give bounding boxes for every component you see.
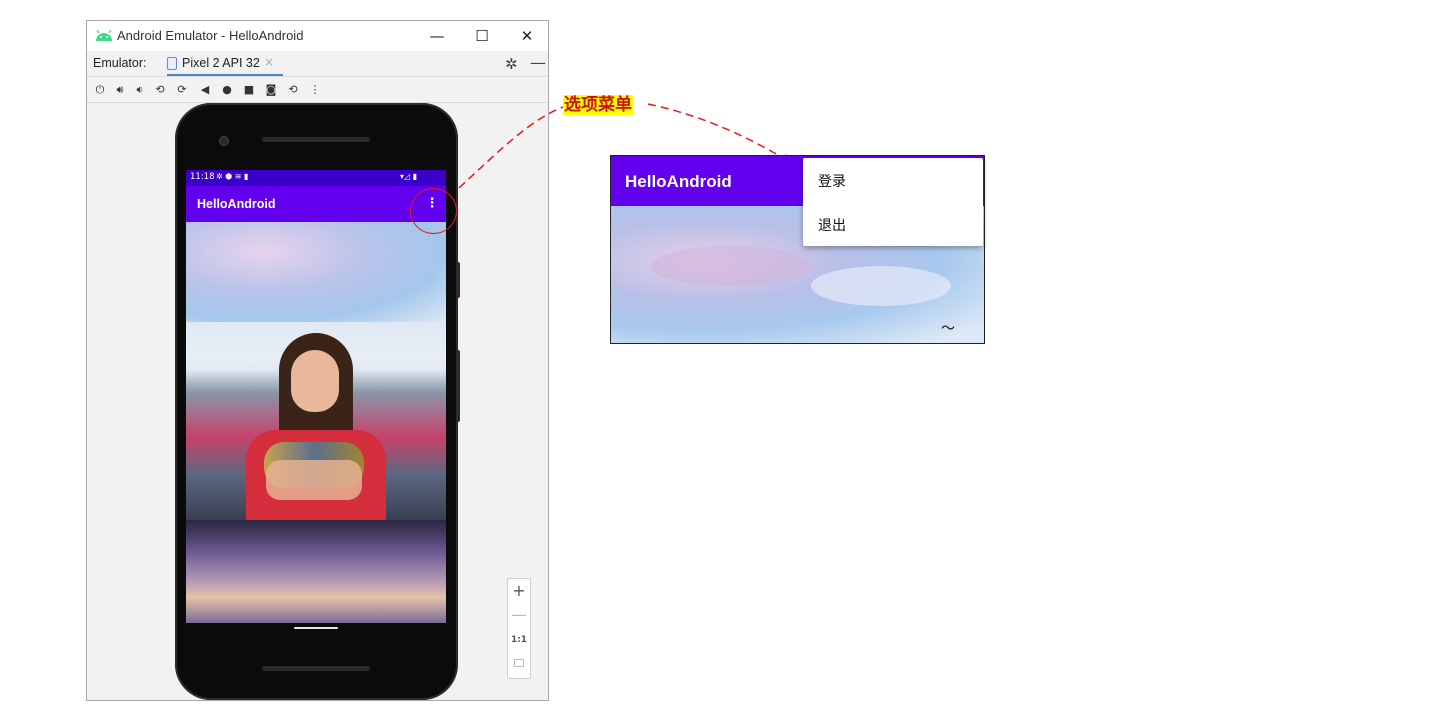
hide-panel-icon[interactable]: — [530, 53, 546, 72]
app-title: HelloAndroid [197, 197, 276, 211]
maximize-button[interactable]: ☐ [462, 25, 502, 47]
zoom-in-button[interactable]: + [508, 581, 530, 600]
zoom-controls: + — 1:1 [507, 578, 531, 679]
tab-bar: Emulator: Pixel 2 API 32 × ✲ — [87, 51, 548, 77]
title-bar: Android Emulator - HelloAndroid — ☐ ✕ [87, 21, 548, 51]
highlight-circle [410, 188, 457, 234]
zoomed-app-title: HelloAndroid [625, 172, 732, 191]
tab-label: Pixel 2 API 32 [182, 56, 260, 70]
zoom-fit-icon[interactable] [514, 659, 524, 667]
bird-icon: 〜 [941, 321, 955, 337]
emulator-label: Emulator: [93, 56, 147, 70]
photo-hands [266, 460, 362, 500]
photo-sky [186, 222, 446, 322]
menu-item-login[interactable]: 登录 [803, 158, 983, 202]
zoomed-cloud [651, 246, 811, 286]
volume-down-icon[interactable]: 🔉︎ [131, 82, 149, 98]
back-icon[interactable]: ◀ [196, 82, 214, 98]
rotate-right-icon[interactable]: ⟳ [173, 82, 191, 98]
snapshot-icon[interactable]: ⟲ [284, 82, 302, 98]
phone-screen[interactable]: 11:18 ✲ ⬢ ≋ ▮ ▾◿ ▮ HelloAndroid ⋮ [186, 170, 446, 623]
volume-up-icon[interactable]: 🔊︎ [111, 82, 129, 98]
callout-arrow-line [647, 103, 791, 163]
top-speaker [262, 137, 370, 142]
photo-person-face [291, 350, 339, 412]
minimize-button[interactable]: — [417, 25, 457, 47]
options-menu-popup: 登录 退出 [803, 158, 983, 246]
screenshot-icon[interactable]: ◙ [262, 82, 280, 98]
window-title: Android Emulator - HelloAndroid [117, 28, 304, 43]
gesture-nav-bar[interactable] [294, 627, 338, 629]
phone-volume-button [456, 350, 460, 422]
gear-icon[interactable]: ✲ [505, 55, 518, 73]
rotate-left-icon[interactable]: ⟲ [151, 82, 169, 98]
annotation-label: 选项菜单 [563, 95, 633, 115]
android-icon [96, 29, 112, 41]
overview-icon[interactable]: ■ [240, 82, 258, 98]
home-icon[interactable]: ● [218, 82, 236, 98]
phone-power-button [456, 262, 460, 298]
status-bar: 11:18 ✲ ⬢ ≋ ▮ ▾◿ ▮ [186, 170, 446, 186]
photo-water-reflection [186, 520, 446, 623]
menu-item-exit[interactable]: 退出 [803, 202, 983, 246]
menu-item-label: 退出 [818, 218, 846, 234]
close-button[interactable]: ✕ [507, 25, 547, 47]
front-camera [219, 136, 229, 146]
zoomed-cloud [811, 266, 951, 306]
menu-item-label: 登录 [818, 174, 846, 190]
phone-device-icon [167, 57, 177, 70]
tab-pixel-2[interactable]: Pixel 2 API 32 × [167, 51, 283, 76]
tab-close-icon[interactable]: × [264, 55, 274, 69]
status-time: 11:18 [190, 172, 215, 182]
zoom-actual-size-button[interactable]: 1:1 [508, 635, 530, 645]
zoom-out-button[interactable]: — [508, 605, 530, 624]
app-bar: HelloAndroid ⋮ [186, 186, 446, 222]
more-icon[interactable]: ⋮ [306, 82, 324, 98]
power-icon[interactable]: ⏻ [91, 82, 109, 98]
status-icons: ✲ ⬢ ≋ ▮ [216, 172, 249, 181]
signal-battery-icons: ▾◿ ▮ [400, 172, 418, 181]
bottom-speaker [262, 666, 370, 671]
emulator-toolbar: ⏻ 🔊︎ 🔉︎ ⟲ ⟳ ◀ ● ■ ◙ ⟲ ⋮ [87, 77, 548, 103]
